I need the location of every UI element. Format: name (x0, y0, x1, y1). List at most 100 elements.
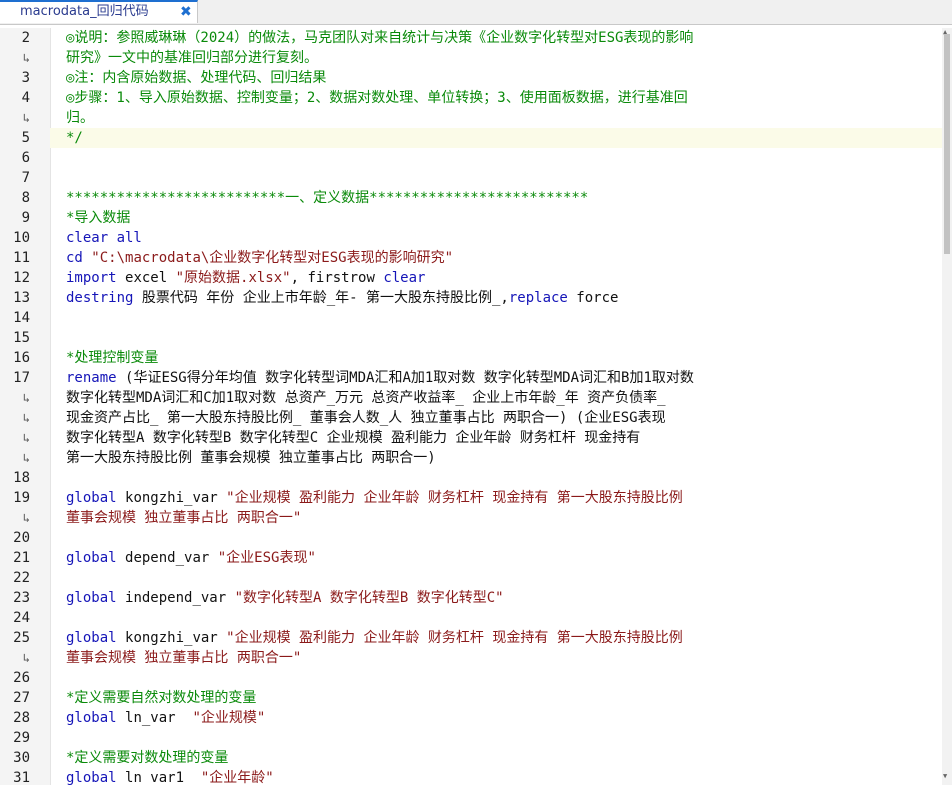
line-number: 10 (13, 230, 30, 246)
code-token: global (66, 490, 126, 506)
code-line[interactable]: global ln_var "企业规模" (66, 708, 265, 728)
line-number: 16 (13, 350, 30, 366)
line-number: 24 (13, 610, 30, 626)
code-token: 研究》一文中的基准回归部分进行复刻。 (66, 50, 318, 66)
code-token: force (567, 290, 619, 306)
code-token: "企业ESG表现" (217, 550, 316, 566)
code-token: *定义需要对数处理的变量 (66, 750, 229, 766)
code-line[interactable]: 归。 (66, 108, 94, 128)
code-line[interactable]: *处理控制变量 (66, 348, 158, 368)
line-number: 15 (13, 330, 30, 346)
line-number: 7 (21, 170, 30, 186)
code-token: *定义需要自然对数处理的变量 (66, 690, 257, 706)
code-line[interactable]: global ln_var1 "企业年龄" (66, 768, 274, 785)
code-line[interactable]: import excel "原始数据.xlsx", firstrow clear (66, 268, 425, 288)
code-token: "企业规模 盈利能力 企业年龄 财务杠杆 现金持有 第一大股东持股比例 (226, 630, 683, 646)
code-area[interactable]: ◎说明：参照威琳琳（2024）的做法，马克团队对来自统计与决策《企业数字化转型对… (50, 28, 942, 785)
code-token: "企业年龄" (200, 770, 274, 785)
line-number: 28 (13, 710, 30, 726)
line-number: 9 (21, 210, 30, 226)
line-number: 6 (21, 150, 30, 166)
code-line[interactable]: *定义需要自然对数处理的变量 (66, 688, 256, 708)
wrap-continuation-icon: ↳ (22, 111, 30, 125)
code-line[interactable]: destring 股票代码 年份 企业上市年龄_年- 第一大股东持股比例_,re… (66, 288, 618, 308)
code-line[interactable]: 第一大股东持股比例 董事会规模 独立董事占比 两职合一) (66, 448, 436, 468)
code-line[interactable]: rename (华证ESG得分年均值 数字化转型词MDA汇和A加1取对数 数字化… (66, 368, 694, 388)
scroll-down-arrow-icon[interactable]: ▼ (943, 772, 947, 780)
code-token: destring (66, 290, 142, 306)
code-line[interactable]: *导入数据 (66, 208, 130, 228)
code-line[interactable]: 董事会规模 独立董事占比 两职合一" (66, 508, 301, 528)
code-token: 归。 (66, 110, 94, 126)
code-line[interactable]: 现金资产占比_ 第一大股东持股比例_ 董事会人数_人 独立董事占比 两职合一) … (66, 408, 666, 428)
line-number: 4 (21, 90, 30, 106)
code-line[interactable]: clear all (66, 228, 142, 248)
line-number: 17 (13, 370, 30, 386)
line-number: 2 (21, 30, 30, 46)
code-line[interactable]: ◎说明：参照威琳琳（2024）的做法，马克团队对来自统计与决策《企业数字化转型对… (66, 28, 693, 48)
wrap-continuation-icon: ↳ (22, 431, 30, 445)
code-line[interactable]: global kongzhi_var "企业规模 盈利能力 企业年龄 财务杠杆 … (66, 628, 683, 648)
code-token: 现金资产占比_ 第一大股东持股比例_ 董事会人数_人 独立董事占比 两职合一) … (66, 410, 666, 426)
code-line[interactable]: global independ_var "数字化转型A 数字化转型B 数字化转型… (66, 588, 504, 608)
code-token: import (66, 270, 126, 286)
line-number: 31 (13, 770, 30, 786)
line-number: 30 (13, 750, 30, 766)
code-line[interactable]: */ (66, 128, 83, 148)
code-token: rename (66, 370, 126, 386)
code-line[interactable]: **************************一、定义数据********… (66, 188, 588, 208)
line-number: 21 (13, 550, 30, 566)
scrollbar-thumb[interactable] (944, 34, 950, 254)
wrap-continuation-icon: ↳ (22, 391, 30, 405)
code-token: clear all (66, 230, 142, 246)
file-tab[interactable]: macrodata_回归代码 ✖ (0, 0, 198, 23)
code-line[interactable]: 数字化转型MDA词汇和C加1取对数 总资产_万元 总资产收益率_ 企业上市年龄_… (66, 388, 666, 408)
code-token: ◎说明：参照威琳琳（2024）的做法，马克团队对来自统计与决策《企业数字化转型对… (66, 30, 694, 46)
code-line[interactable]: cd "C:\macrodata\企业数字化转型对ESG表现的影响研究" (66, 248, 453, 268)
code-token: *处理控制变量 (66, 350, 159, 366)
code-token: global (66, 550, 126, 566)
code-token: 股票代码 年份 企业上市年龄_年- 第一大股东持股比例_, (141, 290, 509, 306)
code-token: (华证ESG得分年均值 数字化转型词MDA汇和A加1取对数 数字化转型MDA词汇… (125, 370, 694, 386)
tab-bar: macrodata_回归代码 ✖ (0, 0, 952, 25)
code-line[interactable]: ◎步骤：1、导入原始数据、控制变量；2、数据对数处理、单位转换；3、使用面板数据… (66, 88, 688, 108)
code-token: clear (383, 270, 426, 286)
line-number: 3 (21, 70, 30, 86)
wrap-continuation-icon: ↳ (22, 451, 30, 465)
code-token: global (66, 770, 126, 785)
code-line[interactable]: global depend_var "企业ESG表现" (66, 548, 316, 568)
line-number: 23 (13, 590, 30, 606)
code-token: "C:\macrodata\企业数字化转型对ESG表现的影响研究" (91, 250, 454, 266)
code-token: "数字化转型A 数字化转型B 数字化转型C" (234, 590, 504, 606)
code-line[interactable]: 数字化转型A 数字化转型B 数字化转型C 企业规模 盈利能力 企业年龄 财务杠杆… (66, 428, 640, 448)
code-token: ◎步骤：1、导入原始数据、控制变量；2、数据对数处理、单位转换；3、使用面板数据… (66, 90, 688, 106)
wrap-continuation-icon: ↳ (22, 411, 30, 425)
line-number: 25 (13, 630, 30, 646)
code-token: ln_var (125, 710, 193, 726)
code-token: excel (125, 270, 176, 286)
current-line-highlight (50, 128, 942, 148)
code-token: 董事会规模 独立董事占比 两职合一" (66, 650, 302, 666)
code-token: ◎注：内含原始数据、处理代码、回归结果 (66, 70, 327, 86)
line-number: 20 (13, 530, 30, 546)
code-token: 数字化转型MDA词汇和C加1取对数 总资产_万元 总资产收益率_ 企业上市年龄_… (66, 390, 666, 406)
code-token: , firstrow (290, 270, 384, 286)
close-icon[interactable]: ✖ (180, 2, 192, 22)
line-number: 18 (13, 470, 30, 486)
line-number: 27 (13, 690, 30, 706)
code-line[interactable]: 董事会规模 独立董事占比 两职合一" (66, 648, 301, 668)
line-number-gutter: 2 ↳ 3 4 ↳ 5 6 7 8 9 10 11 12 13 14 15 16 17 ↳ ↳ ↳ ↳ 18 19 ↳ 20 21 2… (0, 28, 51, 786)
line-number: 8 (21, 190, 30, 206)
file-tab-title[interactable]: macrodata_回归代码 (20, 2, 149, 22)
code-line[interactable]: ◎注：内含原始数据、处理代码、回归结果 (66, 68, 326, 88)
code-token: 数字化转型A 数字化转型B 数字化转型C 企业规模 盈利能力 企业年龄 财务杠杆… (66, 430, 641, 446)
code-editor[interactable]: 2 ↳ 3 4 ↳ 5 6 7 8 9 10 11 12 13 14 15 16 17 ↳ ↳ ↳ ↳ 18 19 ↳ 20 21 2… (0, 28, 952, 786)
code-token: independ_var (125, 590, 235, 606)
code-token: kongzhi_var (125, 630, 227, 646)
line-number: 12 (13, 270, 30, 286)
vertical-scrollbar[interactable]: ▲ ▼ (942, 28, 952, 785)
code-line[interactable]: 研究》一文中的基准回归部分进行复刻。 (66, 48, 318, 68)
code-line[interactable]: *定义需要对数处理的变量 (66, 748, 228, 768)
code-line[interactable]: global kongzhi_var "企业规模 盈利能力 企业年龄 财务杠杆 … (66, 488, 683, 508)
code-token: kongzhi_var (125, 490, 227, 506)
